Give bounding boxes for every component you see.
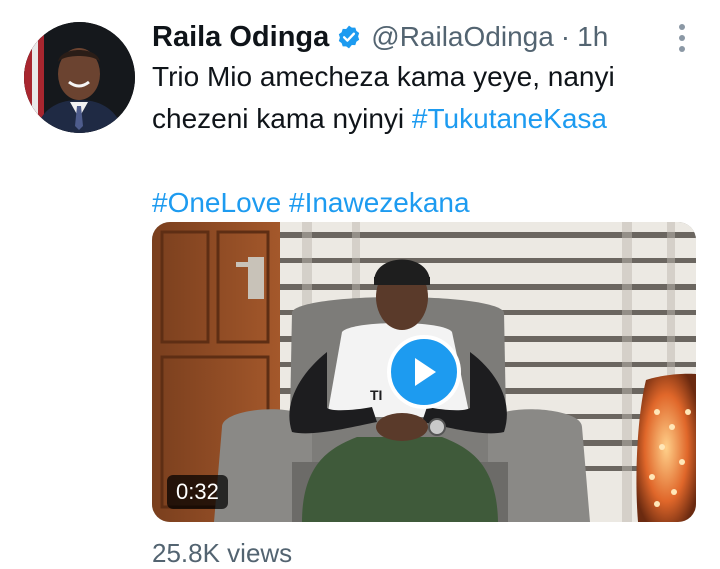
hashtag-link[interactable]: #Inawezekana xyxy=(289,187,470,218)
hashtag-link[interactable]: #OneLove xyxy=(152,187,281,218)
view-count: 25.8K views xyxy=(152,538,293,568)
separator-dot: · xyxy=(560,21,571,52)
author-name[interactable]: Raila Odinga xyxy=(152,21,329,54)
tweet-header: Raila Odinga @RailaOdinga · 1h xyxy=(152,17,608,57)
author-handle[interactable]: @RailaOdinga xyxy=(371,21,554,53)
hashtag-link[interactable]: #TukutaneKasa xyxy=(412,103,607,134)
author-avatar[interactable] xyxy=(24,22,135,133)
tweet-text-line-2: chezeni kama nyinyi #TukutaneKasa xyxy=(152,98,702,140)
avatar-photo xyxy=(24,22,135,133)
verified-badge-icon xyxy=(336,24,362,50)
tweet-timestamp[interactable]: 1h xyxy=(577,21,608,53)
play-icon xyxy=(415,358,436,386)
hashtags-line: #OneLove #Inawezekana xyxy=(152,182,702,224)
tweet-text-line-1: Trio Mio amecheza kama yeye, nanyi xyxy=(152,61,615,92)
more-options-icon[interactable] xyxy=(668,22,696,54)
shirt-print: TI xyxy=(370,387,382,403)
video-player[interactable]: TI 0:32 xyxy=(152,222,696,522)
tweet-text: Trio Mio amecheza kama yeye, nanyi cheze… xyxy=(152,56,702,224)
play-button[interactable] xyxy=(387,335,461,409)
tweet-text-plain: chezeni kama nyinyi xyxy=(152,103,412,134)
video-duration-badge: 0:32 xyxy=(167,475,228,509)
